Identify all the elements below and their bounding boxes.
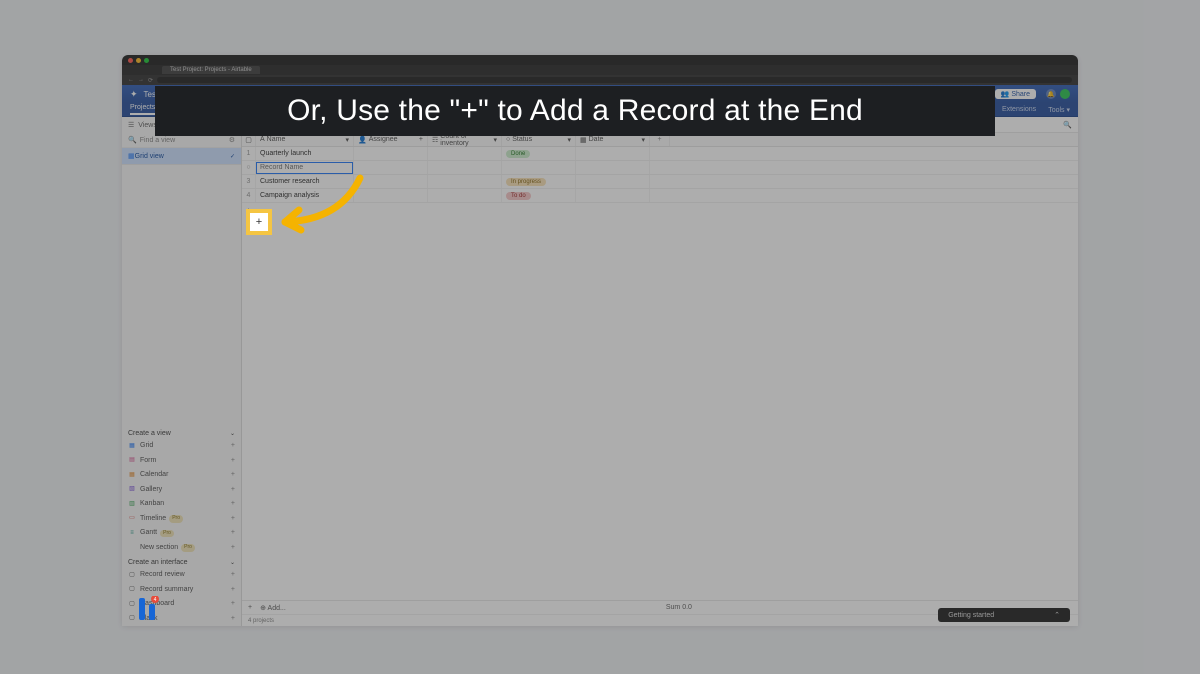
plus-icon: + bbox=[231, 528, 235, 539]
create-view-grid[interactable]: ▦Grid+ bbox=[122, 439, 241, 454]
plus-icon: + bbox=[231, 485, 235, 496]
footer-add-menu[interactable]: ⊕ Add... bbox=[260, 604, 286, 612]
cell-name[interactable]: Quarterly launch bbox=[256, 147, 354, 160]
add-record-row[interactable]: + bbox=[242, 203, 1078, 217]
plus-icon: + bbox=[231, 614, 235, 625]
plus-icon: + bbox=[231, 456, 235, 467]
create-view-kanban[interactable]: ▥Kanban+ bbox=[122, 497, 241, 512]
browser-window: Test Project: Projects - Airtable ← → ⟳ … bbox=[122, 55, 1078, 626]
record-name-input[interactable] bbox=[256, 162, 353, 174]
cell-count[interactable] bbox=[428, 189, 502, 202]
plus-icon: + bbox=[231, 599, 235, 610]
create-interface-record-review[interactable]: ▢Record review+ bbox=[122, 568, 241, 583]
watermark-logo-icon: 4 bbox=[135, 596, 161, 622]
cell-name[interactable]: Campaign analysis bbox=[256, 189, 354, 202]
browser-tab[interactable]: Test Project: Projects - Airtable bbox=[162, 66, 260, 74]
create-interface-record-summary[interactable]: ▢Record summary+ bbox=[122, 583, 241, 598]
tools-link[interactable]: Tools ▾ bbox=[1048, 106, 1070, 114]
create-view-new-section[interactable]: New sectionPro+ bbox=[122, 541, 241, 556]
create-view-form[interactable]: ▤Form+ bbox=[122, 454, 241, 469]
create-view-gallery[interactable]: ▧Gallery+ bbox=[122, 483, 241, 498]
row-number[interactable]: 3 bbox=[242, 175, 256, 188]
nav-reload-icon[interactable]: ⟳ bbox=[148, 77, 153, 84]
svg-text:4: 4 bbox=[154, 597, 157, 603]
plus-icon: + bbox=[231, 543, 235, 554]
minimize-window-icon[interactable] bbox=[136, 58, 141, 63]
maximize-window-icon[interactable] bbox=[144, 58, 149, 63]
table-row[interactable]: ○ bbox=[242, 161, 1078, 175]
cell-status[interactable]: To do bbox=[502, 189, 576, 202]
nav-back-icon[interactable]: ← bbox=[128, 77, 134, 83]
create-view-gantt[interactable]: ≡GanttPro+ bbox=[122, 526, 241, 541]
browser-urlbar: ← → ⟳ bbox=[122, 75, 1078, 85]
create-view-header[interactable]: Create a view⌄ bbox=[122, 426, 241, 439]
nav-forward-icon[interactable]: → bbox=[138, 77, 144, 83]
views-sidebar: ☰ Views⌄ 🔍 Find a view⚙ ▦Grid view✓ Crea… bbox=[122, 117, 242, 626]
plus-icon: + bbox=[231, 470, 235, 481]
window-titlebar bbox=[122, 55, 1078, 65]
cell-count[interactable] bbox=[428, 175, 502, 188]
getting-started-panel[interactable]: Getting started⌃ bbox=[938, 608, 1070, 622]
cell-count[interactable] bbox=[428, 161, 502, 174]
user-avatar[interactable] bbox=[1060, 89, 1070, 99]
view-settings-icon[interactable]: ⚙ bbox=[229, 136, 235, 144]
extensions-link[interactable]: Extensions bbox=[1002, 106, 1036, 113]
chevron-up-icon: ⌃ bbox=[1054, 611, 1060, 619]
plus-icon: + bbox=[231, 514, 235, 525]
cell-date[interactable] bbox=[576, 147, 650, 160]
create-view-calendar[interactable]: ▦Calendar+ bbox=[122, 468, 241, 483]
browser-tabbar: Test Project: Projects - Airtable bbox=[122, 65, 1078, 75]
cell-date[interactable] bbox=[576, 161, 650, 174]
url-field[interactable] bbox=[157, 77, 1072, 83]
plus-icon: + bbox=[231, 570, 235, 581]
cell-assignee[interactable] bbox=[354, 189, 428, 202]
table-row[interactable]: 1Quarterly launch Done bbox=[242, 147, 1078, 161]
plus-icon: + bbox=[231, 585, 235, 596]
highlighted-add-button[interactable]: + bbox=[250, 213, 268, 231]
search-icon[interactable]: 🔍 bbox=[1063, 121, 1072, 129]
table-tab-projects[interactable]: Projects bbox=[130, 104, 155, 115]
view-item-grid[interactable]: ▦Grid view✓ bbox=[122, 148, 241, 164]
close-window-icon[interactable] bbox=[128, 58, 133, 63]
footer-add-button[interactable]: + bbox=[248, 604, 252, 611]
cell-assignee[interactable] bbox=[354, 147, 428, 160]
cell-count[interactable] bbox=[428, 147, 502, 160]
row-number[interactable]: 4 bbox=[242, 189, 256, 202]
share-button[interactable]: 👥 Share bbox=[995, 89, 1036, 99]
cell-assignee[interactable] bbox=[354, 161, 428, 174]
tutorial-caption: Or, Use the "+" to Add a Record at the E… bbox=[155, 86, 995, 136]
table-row[interactable]: 4Campaign analysis To do bbox=[242, 189, 1078, 203]
cell-status[interactable] bbox=[502, 161, 576, 174]
status-pill: In progress bbox=[506, 178, 546, 186]
cell-date[interactable] bbox=[576, 175, 650, 188]
cell-status[interactable]: Done bbox=[502, 147, 576, 160]
workspace: ☰ Views⌄ 🔍 Find a view⚙ ▦Grid view✓ Crea… bbox=[122, 117, 1078, 626]
cell-name[interactable]: Customer research bbox=[256, 175, 354, 188]
create-interface-header[interactable]: Create an interface⌄ bbox=[122, 555, 241, 568]
cell-assignee[interactable] bbox=[354, 175, 428, 188]
cell-status[interactable]: In progress bbox=[502, 175, 576, 188]
app-logo-icon[interactable]: ✦ bbox=[130, 89, 138, 100]
cell-date[interactable] bbox=[576, 189, 650, 202]
table-row[interactable]: 3Customer research In progress bbox=[242, 175, 1078, 189]
create-view-timeline[interactable]: ▭TimelinePro+ bbox=[122, 512, 241, 527]
plus-icon: + bbox=[231, 499, 235, 510]
plus-icon: + bbox=[231, 441, 235, 452]
grid-main: ⊞ ☰ ▤ ⇅ ◫ ≡ ⇪ 🔍 ▢ A Name▾ 👤 Assignee+ ☶ … bbox=[242, 117, 1078, 626]
row-number[interactable]: ○ bbox=[242, 161, 256, 174]
status-pill: To do bbox=[506, 192, 531, 200]
row-number[interactable]: 1 bbox=[242, 147, 256, 160]
status-pill: Done bbox=[506, 150, 530, 158]
notifications-icon[interactable]: 🔔 bbox=[1046, 89, 1056, 99]
